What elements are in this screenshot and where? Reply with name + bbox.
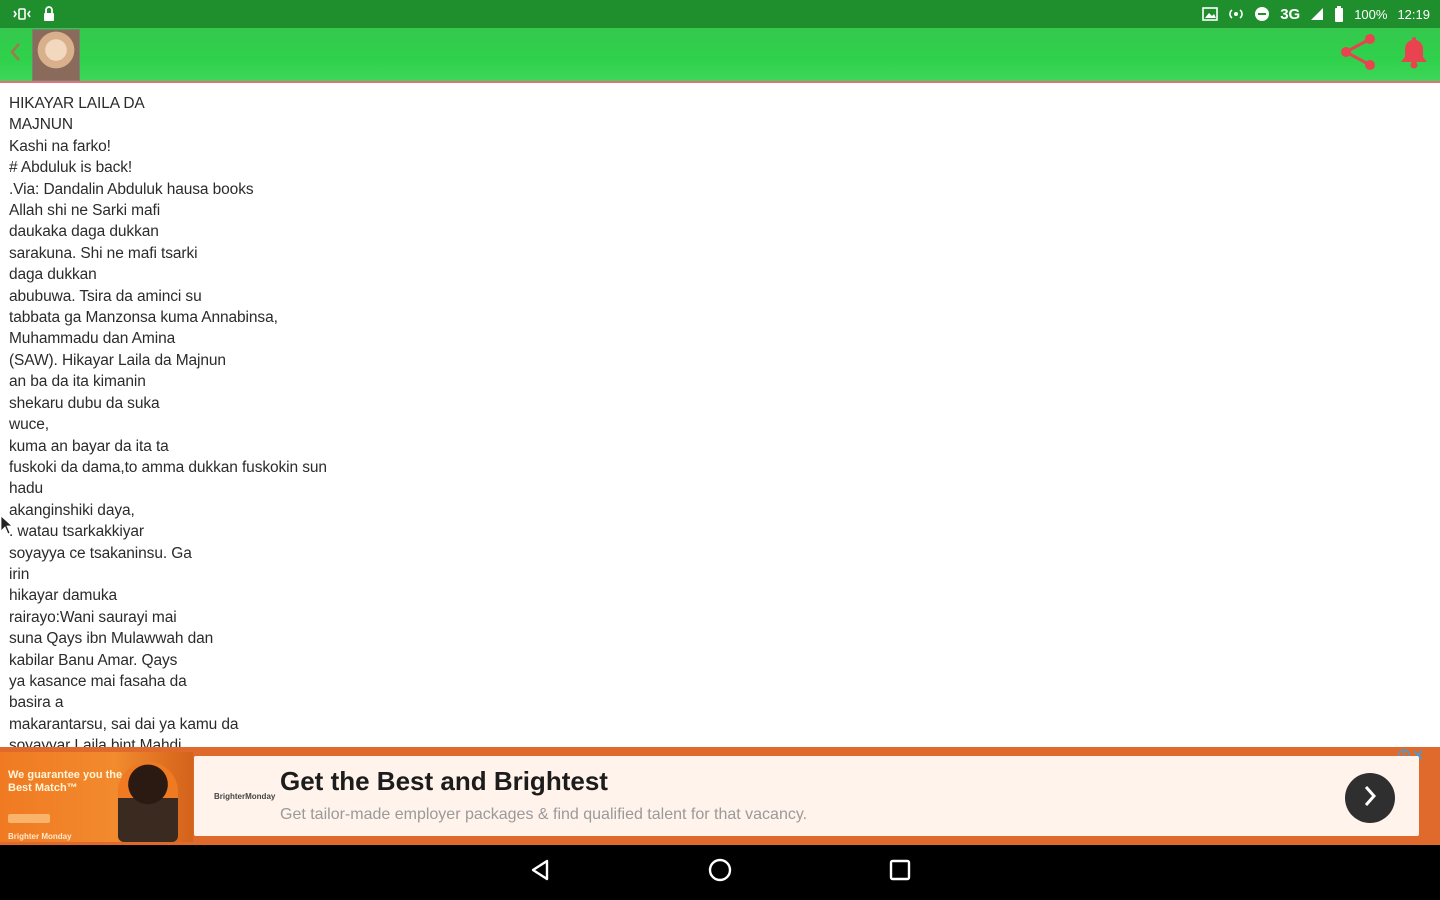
story-line: rairayo:Wani saurayi mai — [9, 608, 177, 626]
back-button[interactable] — [0, 28, 30, 81]
story-line: hadu — [9, 480, 44, 498]
story-content[interactable]: HIKAYAR LAILA DA MAJNUN Kashi na farko! … — [0, 85, 1440, 747]
signal-icon — [1310, 7, 1324, 21]
mouse-pointer-icon — [0, 515, 14, 540]
story-line: MAJNUN — [9, 116, 73, 134]
story-line: Muhammadu dan Amina — [9, 330, 176, 348]
nav-back-button[interactable] — [515, 848, 565, 898]
story-line: daukaka daga dukkan — [9, 223, 159, 241]
circle-home-icon — [707, 857, 733, 888]
status-bar: 3G 100% 12:19 — [0, 0, 1440, 28]
ad-description: Get tailor-made employer packages & find… — [280, 806, 808, 823]
story-line: basira a — [9, 694, 64, 712]
battery-icon — [1334, 6, 1344, 22]
story-line: # Abduluk is back! — [9, 159, 133, 177]
story-line: daga dukkan — [9, 266, 97, 284]
vibrate-icon — [12, 7, 32, 21]
story-line: kabilar Banu Amar. Qays — [9, 651, 178, 669]
story-line: (SAW). Hikayar Laila da Majnun — [9, 351, 226, 369]
ad-image-text: We guarantee you the Best Match™ — [8, 769, 123, 794]
nav-home-button[interactable] — [695, 848, 745, 898]
app-bar — [0, 28, 1440, 83]
story-line: tabbata ga Manzonsa kuma Annabinsa, — [9, 309, 278, 327]
story-line: shekaru dubu da suka — [9, 394, 160, 412]
clock: 12:19 — [1397, 6, 1430, 22]
avatar[interactable] — [32, 28, 80, 81]
square-recents-icon — [888, 858, 912, 887]
story-line: . watau tsarkakkiyar — [9, 523, 144, 541]
notification-button[interactable] — [1398, 35, 1430, 74]
story-line: soyayyar Laila bint Mahdi — [9, 737, 182, 747]
ad-image[interactable]: We guarantee you the Best Match™ Brighte… — [0, 752, 193, 842]
story-line: irin — [9, 565, 30, 583]
story-line: suna Qays ibn Mulawwah dan — [9, 630, 214, 648]
nav-recents-button[interactable] — [875, 848, 925, 898]
story-line: kuma an bayar da ita ta — [9, 437, 169, 455]
ad-image-button — [8, 814, 50, 823]
story-line: .Via: Dandalin Abduluk hausa books — [9, 180, 254, 198]
story-line: Allah shi ne Sarki mafi — [9, 202, 161, 220]
ad-image-brand: Brighter Monday — [8, 832, 72, 841]
lock-icon — [42, 6, 56, 22]
triangle-back-icon — [529, 858, 551, 887]
ad-banner[interactable]: We guarantee you the Best Match™ Brighte… — [0, 747, 1440, 845]
status-right: 3G 100% 12:19 — [1202, 6, 1430, 23]
ad-person-image — [118, 762, 178, 842]
story-line: HIKAYAR LAILA DA — [9, 95, 145, 112]
app-bar-left — [0, 28, 80, 81]
story-line: an ba da ita kimanin — [9, 373, 146, 391]
do-not-disturb-icon — [1254, 6, 1270, 22]
app-bar-actions — [1338, 28, 1440, 81]
network-type: 3G — [1280, 5, 1301, 23]
story-line: Kashi na farko! — [9, 137, 111, 155]
chevron-left-icon — [8, 41, 22, 68]
image-icon — [1202, 7, 1218, 21]
ad-brand-logo: BrighterMonday — [214, 792, 276, 801]
story-line: fuskoki da dama,to amma dukkan fuskokin … — [9, 458, 327, 476]
story-line: hikayar damuka — [9, 587, 118, 605]
story-line: sarakuna. Shi ne mafi tsarki — [9, 244, 198, 262]
navigation-bar — [0, 845, 1440, 900]
ad-title[interactable]: Get the Best and Brightest — [280, 766, 608, 797]
hotspot-icon — [1228, 7, 1244, 21]
ad-open-button[interactable] — [1345, 773, 1395, 823]
story-line: abubuwa. Tsira da aminci su — [9, 287, 202, 305]
bell-icon — [1398, 35, 1430, 74]
battery-level: 100% — [1354, 6, 1388, 22]
chevron-right-icon — [1362, 784, 1378, 813]
ad-card[interactable]: BrighterMonday Get the Best and Brightes… — [194, 756, 1419, 836]
story-line: wuce, — [9, 416, 49, 434]
share-icon — [1338, 33, 1378, 76]
share-button[interactable] — [1338, 33, 1378, 76]
story-line: akanginshiki daya, — [9, 501, 135, 519]
status-left — [12, 6, 56, 22]
story-line: soyayya ce tsakaninsu. Ga — [9, 544, 192, 562]
story-line: ya kasance mai fasaha da — [9, 672, 187, 690]
story-line: makarantarsu, sai dai ya kamu da — [9, 715, 239, 733]
